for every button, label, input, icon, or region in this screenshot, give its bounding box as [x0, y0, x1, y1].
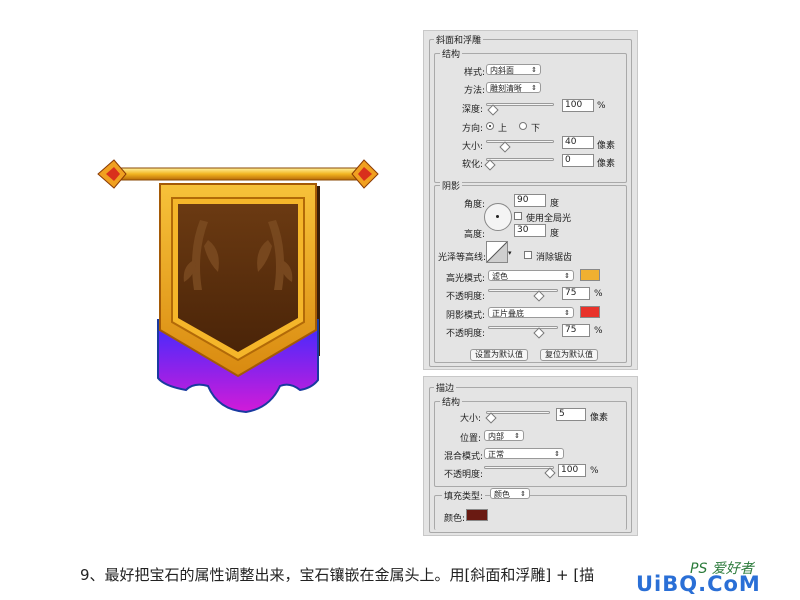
- stroke-opacity-slider[interactable]: [484, 466, 554, 469]
- depth-slider[interactable]: [486, 103, 554, 106]
- fill-type-select[interactable]: 颜色 ⇕: [490, 488, 530, 499]
- contour-dropdown-icon[interactable]: ▾: [508, 249, 512, 257]
- angle-label: 角度:: [464, 200, 486, 210]
- shadow-opacity-input[interactable]: 75: [562, 324, 590, 337]
- depth-input[interactable]: 100: [562, 99, 594, 112]
- altitude-input[interactable]: 30: [514, 224, 546, 237]
- bevel-section-title: 斜面和浮雕: [434, 33, 484, 46]
- soften-slider[interactable]: [486, 158, 554, 161]
- gloss-contour-preview[interactable]: [486, 241, 508, 263]
- fill-type-label: 填充类型:: [442, 489, 486, 502]
- stroke-structure-title: 结构: [440, 395, 463, 408]
- highlight-color-swatch[interactable]: [580, 269, 600, 281]
- altitude-unit: 度: [550, 229, 560, 239]
- method-select[interactable]: 雕刻清晰 ⇕: [486, 82, 541, 93]
- depth-unit: %: [597, 101, 606, 111]
- soften-unit: 像素: [597, 159, 616, 169]
- global-light-checkbox[interactable]: [514, 212, 522, 220]
- contour-curve-icon: [487, 242, 507, 262]
- antialias-checkbox[interactable]: [524, 251, 532, 259]
- stroke-size-unit: 像素: [590, 413, 609, 423]
- method-label: 方法:: [464, 86, 486, 96]
- shadow-color-swatch[interactable]: [580, 306, 600, 318]
- angle-input[interactable]: 90: [514, 194, 546, 207]
- shadow-opacity-slider[interactable]: [488, 326, 558, 329]
- stroke-opacity-unit: %: [590, 466, 599, 476]
- highlight-mode-select[interactable]: 滤色 ⇕: [488, 270, 574, 281]
- angle-dial[interactable]: [484, 203, 512, 231]
- stroke-opacity-input[interactable]: 100: [558, 464, 586, 477]
- stroke-position-value: 内部: [488, 432, 504, 441]
- bevel-emboss-panel: 斜面和浮雕 结构 样式: 内斜面 ⇕ 方法: 雕刻清晰 ⇕ 深度: 100 % 方向…: [423, 30, 638, 370]
- style-label: 样式:: [464, 68, 486, 78]
- altitude-label: 高度:: [464, 230, 486, 240]
- highlight-mode-label: 高光模式:: [446, 274, 486, 284]
- chevron-updown-icon: ⇕: [564, 272, 570, 280]
- antialias-label: 消除锯齿: [536, 253, 573, 263]
- stroke-opacity-label: 不透明度:: [444, 470, 484, 480]
- highlight-opacity-slider[interactable]: [488, 289, 558, 292]
- shadow-mode-select[interactable]: 正片叠底 ⇕: [488, 307, 574, 318]
- direction-label: 方向:: [462, 124, 484, 134]
- shading-title: 阴影: [440, 179, 463, 192]
- stroke-blend-value: 正常: [488, 450, 504, 459]
- stroke-color-label: 颜色:: [444, 514, 466, 524]
- make-default-button[interactable]: 设置为默认值: [470, 349, 528, 361]
- reset-default-button[interactable]: 复位为默认值: [540, 349, 598, 361]
- chevron-updown-icon: ⇕: [514, 432, 520, 440]
- shadow-opacity-unit: %: [594, 326, 603, 336]
- direction-up-radio[interactable]: [486, 122, 494, 130]
- banner-illustration: [90, 150, 390, 440]
- style-select[interactable]: 内斜面 ⇕: [486, 64, 541, 75]
- method-value: 雕刻清晰: [490, 84, 522, 93]
- stroke-blend-select[interactable]: 正常 ⇕: [484, 448, 564, 459]
- stroke-color-swatch[interactable]: [466, 509, 488, 521]
- shadow-mode-label: 阴影模式:: [446, 311, 486, 321]
- stroke-size-input[interactable]: 5: [556, 408, 586, 421]
- angle-unit: 度: [550, 199, 560, 209]
- fill-type-value: 颜色: [494, 490, 510, 499]
- direction-down-radio[interactable]: [519, 122, 527, 130]
- size-unit: 像素: [597, 141, 616, 151]
- stroke-position-label: 位置:: [460, 434, 482, 444]
- chevron-updown-icon: ⇕: [554, 450, 560, 458]
- angle-dial-dot-icon: [496, 215, 499, 218]
- direction-down-label: 下: [531, 124, 541, 134]
- stroke-panel: 描边 结构 大小: 5 像素 位置: 内部 ⇕ 混合模式: 正常 ⇕ 不透明度: 1…: [423, 376, 638, 536]
- chevron-updown-icon: ⇕: [531, 66, 537, 74]
- stroke-size-slider[interactable]: [486, 411, 550, 414]
- highlight-opacity-input[interactable]: 75: [562, 287, 590, 300]
- global-light-label: 使用全局光: [526, 214, 572, 224]
- size-input[interactable]: 40: [562, 136, 594, 149]
- chevron-updown-icon: ⇕: [531, 84, 537, 92]
- banner-artwork: [97, 159, 379, 414]
- soften-label: 软化:: [462, 160, 484, 170]
- caption-text: 9、最好把宝石的属性调整出来，宝石镶嵌在金属头上。用[斜面和浮雕] + [描: [80, 566, 595, 584]
- stroke-blend-label: 混合模式:: [444, 452, 484, 462]
- bevel-structure-title: 结构: [440, 47, 463, 60]
- highlight-mode-value: 滤色: [492, 272, 508, 281]
- highlight-opacity-unit: %: [594, 289, 603, 299]
- size-label: 大小:: [462, 142, 484, 152]
- gloss-contour-label: 光泽等高线:: [438, 253, 487, 263]
- shadow-mode-value: 正片叠底: [492, 309, 524, 318]
- stroke-position-select[interactable]: 内部 ⇕: [484, 430, 524, 441]
- shadow-opacity-label: 不透明度:: [446, 329, 486, 339]
- highlight-opacity-label: 不透明度:: [446, 292, 486, 302]
- chevron-updown-icon: ⇕: [564, 309, 570, 317]
- watermark-site: UiBQ.CoM: [636, 572, 761, 596]
- chevron-updown-icon: ⇕: [520, 490, 526, 498]
- soften-input[interactable]: 0: [562, 154, 594, 167]
- stroke-size-label: 大小:: [460, 414, 482, 424]
- style-value: 内斜面: [490, 66, 514, 75]
- depth-label: 深度:: [462, 105, 484, 115]
- size-slider[interactable]: [486, 140, 554, 143]
- direction-up-label: 上: [498, 124, 508, 134]
- stroke-section-title: 描边: [434, 381, 457, 394]
